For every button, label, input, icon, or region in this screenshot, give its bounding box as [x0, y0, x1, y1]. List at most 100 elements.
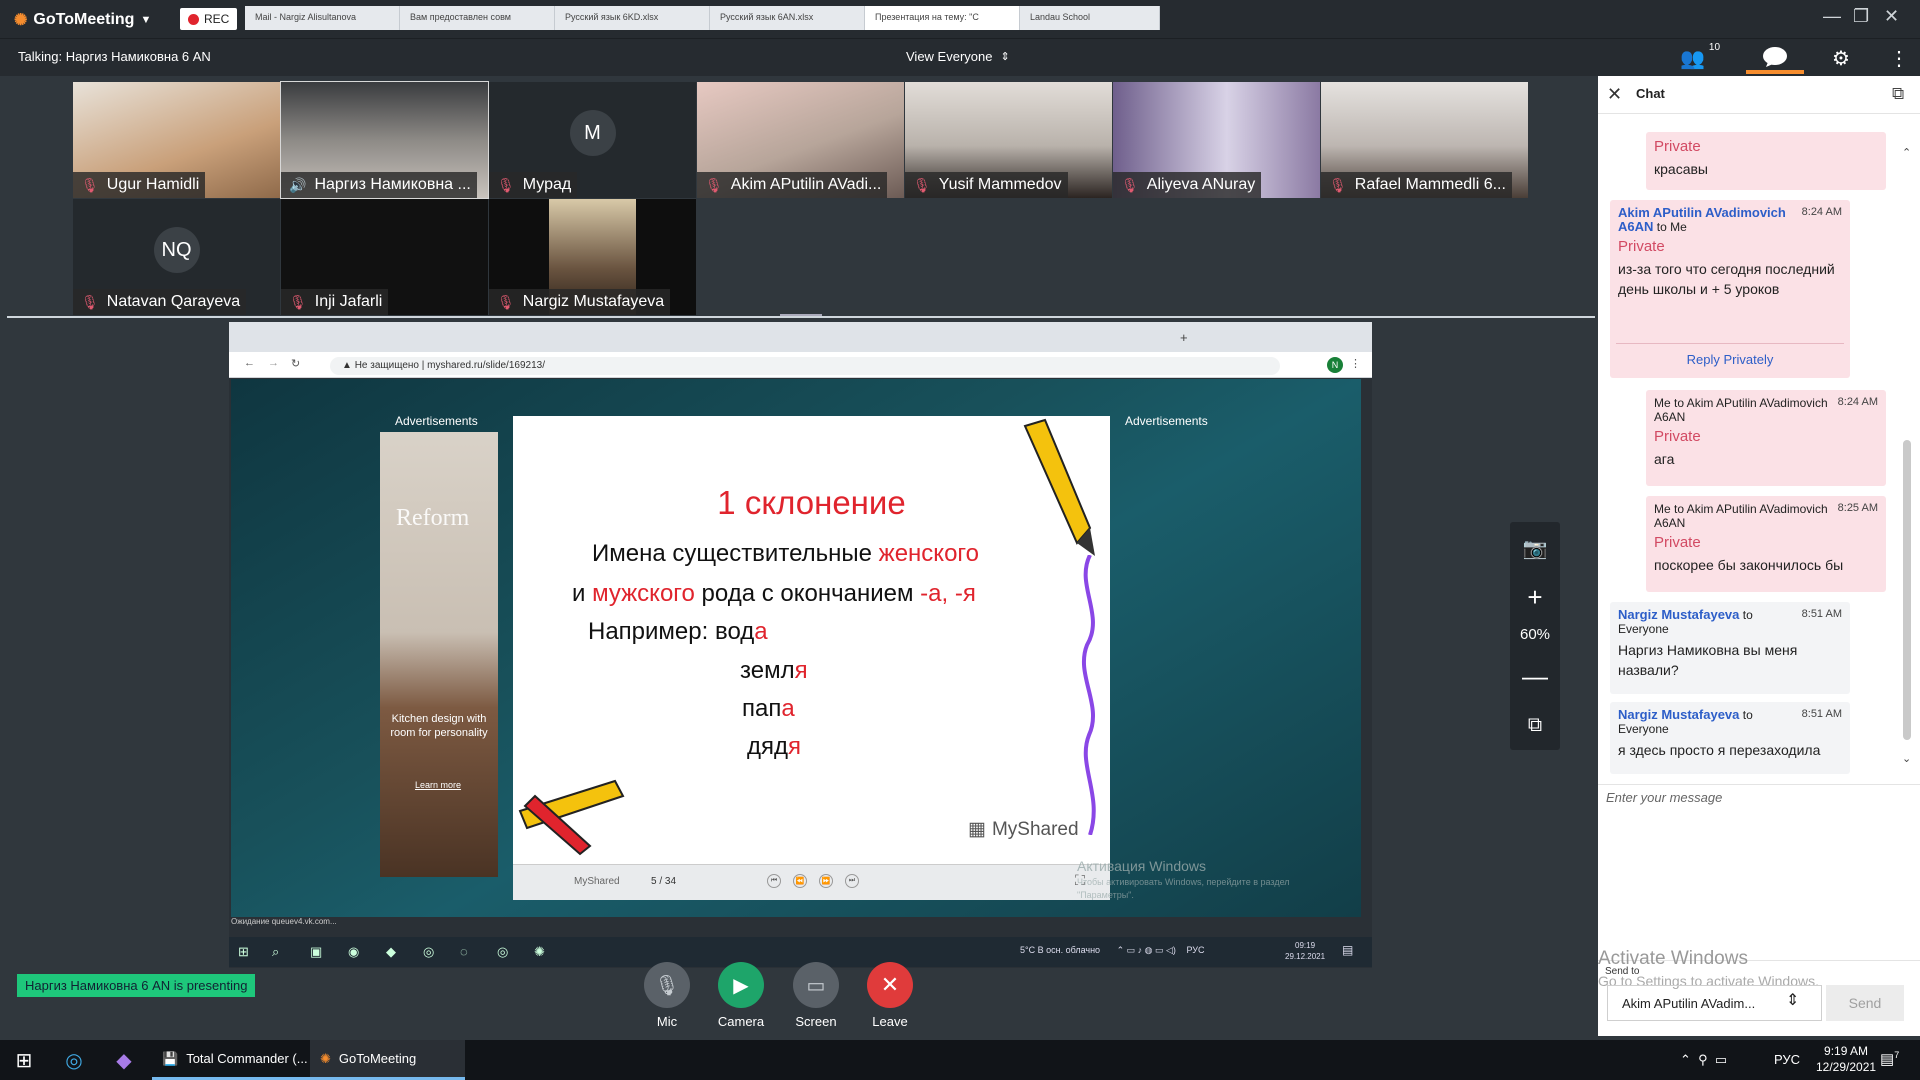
slide-title: 1 склонение — [717, 484, 906, 521]
pop-out-chat-icon[interactable]: ⧉ — [1892, 84, 1904, 104]
shared-system-tray: 5°C В осн. облачно ⌃ ▭ ♪ ◍ ▭ ◁) РУС — [1020, 945, 1205, 955]
advertisement-banner[interactable] — [380, 432, 498, 877]
participant-name: Inji Jafarli — [314, 293, 383, 310]
participant-name-tag: 🎙 Natavan Qarayeva — [73, 289, 247, 315]
reply-privately-link[interactable]: Reply Privately — [1610, 352, 1850, 367]
browser-tab[interactable]: Русский язык 6KD.xlsx — [555, 6, 710, 30]
restore-icon[interactable]: ❐ — [1853, 6, 1869, 27]
participant-tile[interactable]: NQ 🎙 Natavan Qarayeva — [73, 199, 280, 315]
scroll-down-icon[interactable]: ⌄ — [1902, 752, 1911, 765]
browser-status-text: Ожидание queuev4.vk.com... — [231, 917, 611, 931]
windows-start-icon[interactable]: ⊞ — [10, 1046, 38, 1074]
close-chat-icon[interactable]: ✕ — [1607, 84, 1622, 105]
participant-name-tag: 🎙 Nargiz Mustafayeva — [489, 289, 671, 315]
back-icon[interactable]: ← — [244, 357, 255, 369]
chat-message: Nargiz Mustafayeva to Everyone 8:51 AM Н… — [1610, 602, 1850, 694]
browser-tab[interactable]: Landau School — [1020, 6, 1160, 30]
taskbar-app-gotomeeting[interactable]: ✺ GoToMeeting — [310, 1040, 465, 1080]
view-label: View Everyone — [906, 49, 993, 64]
participant-tile-active-speaker[interactable]: 🔊 Наргиз Намиковна ... — [280, 81, 489, 199]
message-text: я здесь просто я перезаходила — [1618, 742, 1821, 758]
sender-name[interactable]: Akim APutilin AVadimovich A6AN — [1618, 205, 1786, 234]
scroll-up-icon[interactable]: ⌃ — [1902, 146, 1911, 159]
participant-tile[interactable]: 🎙 Yusif Mammedov — [905, 82, 1112, 198]
squiggle-decoration — [1081, 555, 1096, 835]
leave-button[interactable]: ✕ — [867, 962, 913, 1008]
profile-avatar[interactable]: N — [1327, 357, 1343, 373]
grid-divider[interactable] — [7, 316, 1595, 318]
zoom-out-icon[interactable]: — — [1510, 656, 1560, 696]
message-time: 8:24 AM — [1837, 396, 1878, 408]
taskbar-clock[interactable]: 9:19 AM 12/29/2021 — [1816, 1043, 1876, 1075]
new-tab-icon[interactable]: + — [1180, 330, 1188, 345]
participant-tile[interactable]: 🎙 Rafael Mammedli 6... — [1321, 82, 1528, 198]
notification-count: 7 — [1894, 1050, 1900, 1060]
mic-muted-icon: 🎙 — [497, 293, 515, 310]
participant-tile[interactable]: 🎙 Nargiz Mustafayeva — [489, 199, 696, 315]
zoom-in-icon[interactable]: + — [1510, 577, 1560, 617]
participant-tile[interactable]: 🎙 Aliyeva ANuray — [1113, 82, 1320, 198]
app-icon: ◉ — [348, 944, 360, 959]
participant-name-tag: 🎙 Aliyeva ANuray — [1113, 172, 1262, 198]
send-button[interactable]: Send — [1826, 985, 1904, 1021]
reload-icon[interactable]: ↻ — [291, 357, 300, 370]
edge-icon[interactable]: ◎ — [60, 1046, 88, 1074]
slide-line-1: Имена существительные женского — [592, 540, 979, 568]
ad-learn-more-link[interactable]: Learn more — [415, 780, 461, 790]
participant-name: Aliyeva ANuray — [1146, 176, 1256, 193]
gotomeeting-icon: ✺ — [320, 1050, 331, 1066]
slide-text: рода с окончанием — [694, 580, 921, 607]
participant-name: Наргиз Намиковна ... — [314, 176, 471, 193]
notification-center-icon[interactable]: ▤7 — [1880, 1050, 1899, 1068]
browser-tab[interactable]: Русский язык 6AN.xlsx — [710, 6, 865, 30]
browser-tab[interactable]: Mail - Nargiz Alisultanova — [245, 6, 400, 30]
taskbar-app-total-commander[interactable]: 💾 Total Commander (... — [152, 1040, 318, 1080]
taskbar-app-label: GoToMeeting — [338, 1051, 417, 1066]
participant-name: Nargiz Mustafayeva — [522, 293, 665, 310]
visual-studio-icon[interactable]: ◆ — [110, 1046, 138, 1074]
participant-tile[interactable]: M 🎙 Мурад — [489, 82, 696, 198]
more-options-icon[interactable]: ⋮ — [1889, 46, 1909, 71]
close-icon: ✕ — [880, 972, 900, 997]
first-slide-icon[interactable]: ⏮ — [767, 874, 781, 888]
language-indicator[interactable]: РУС — [1774, 1052, 1800, 1067]
minimize-icon[interactable]: — — [1823, 6, 1841, 27]
pop-out-icon[interactable]: ⧉ — [1510, 705, 1560, 745]
resize-handle[interactable] — [780, 314, 822, 316]
close-window-icon[interactable]: ✕ — [1884, 6, 1899, 27]
browser-tab-active[interactable]: Презентация на тему: "С — [865, 6, 1020, 30]
forward-icon[interactable]: → — [268, 357, 279, 369]
select-arrows-icon: ⇕ — [1786, 992, 1800, 1009]
next-slide-icon[interactable]: ⏩ — [819, 874, 833, 888]
app-logo[interactable]: ✺ GoToMeeting ▼ — [14, 10, 151, 30]
camera-button[interactable]: ▶ — [718, 962, 764, 1008]
system-tray[interactable]: ⌃ ⚲ ▭ — [1680, 1052, 1727, 1068]
participant-name: Yusif Mammedov — [938, 176, 1062, 193]
slide-text: земл — [740, 657, 795, 684]
floppy-icon: 💾 — [162, 1050, 179, 1066]
participant-tile[interactable]: 🎙 Inji Jafarli — [281, 199, 488, 315]
view-selector[interactable]: View Everyone ⇕ — [906, 49, 1010, 64]
participant-tile[interactable]: 🎙 Akim APutilin AVadi... — [697, 82, 904, 198]
last-slide-icon[interactable]: ⏭ — [845, 874, 859, 888]
browser-menu-icon[interactable]: ⋮ — [1350, 357, 1361, 370]
attendees-button[interactable]: 👥 10 — [1680, 42, 1720, 71]
address-bar[interactable]: ▲ Не защищено | myshared.ru/slide/169213… — [330, 357, 1280, 375]
participant-name-tag: 🎙 Rafael Mammedli 6... — [1321, 172, 1512, 198]
recipient: to Me — [1656, 220, 1687, 234]
message-input[interactable]: Enter your message — [1606, 790, 1906, 805]
mic-button[interactable]: 🎙 — [644, 962, 690, 1008]
mic-muted-icon: 🎙 — [289, 293, 307, 310]
browser-tab[interactable]: Вам предоставлен совм — [400, 6, 555, 30]
camera-snapshot-icon[interactable]: 📷 — [1510, 528, 1560, 568]
sender-name[interactable]: Nargiz Mustafayeva — [1618, 607, 1739, 622]
participant-tile[interactable]: 🎙 Ugur Hamidli — [73, 82, 280, 198]
prev-slide-icon[interactable]: ⏪ — [793, 874, 807, 888]
url-text: myshared.ru/slide/169213/ — [427, 360, 545, 371]
weather-text: 5°C В осн. облачно — [1020, 945, 1101, 955]
slide-text-red: а — [781, 695, 795, 722]
screen-share-button[interactable]: ▭ — [793, 962, 839, 1008]
sender-name[interactable]: Nargiz Mustafayeva — [1618, 707, 1739, 722]
chat-scrollbar[interactable] — [1903, 440, 1911, 740]
gear-icon[interactable]: ⚙ — [1832, 46, 1850, 71]
